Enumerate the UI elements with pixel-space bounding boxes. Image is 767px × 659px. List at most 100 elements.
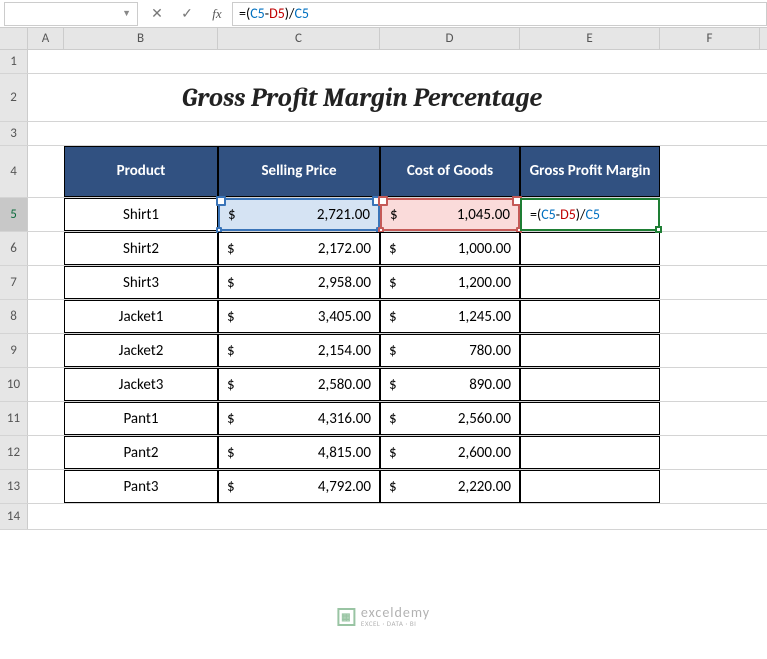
cell-F13[interactable]: [660, 470, 760, 503]
cell-A8[interactable]: [28, 300, 64, 333]
row-header-11[interactable]: 11: [0, 402, 28, 435]
cell-B13[interactable]: Pant3: [64, 470, 218, 503]
cell-D5[interactable]: $1,045.00: [380, 198, 520, 231]
title-cell[interactable]: Gross Profit Margin Percentage: [64, 74, 660, 121]
select-all-corner[interactable]: [0, 28, 28, 49]
row-header-1[interactable]: 1: [0, 50, 28, 73]
cell-B3[interactable]: [64, 122, 218, 145]
cell-C1[interactable]: [218, 50, 380, 73]
fill-handle[interactable]: [655, 226, 662, 233]
cell-F14[interactable]: [660, 504, 760, 529]
cell-E3[interactable]: [520, 122, 660, 145]
header-cost[interactable]: Cost of Goods: [380, 146, 520, 197]
cell-D1[interactable]: [380, 50, 520, 73]
cell-B8[interactable]: Jacket1: [64, 300, 218, 333]
row-header-10[interactable]: 10: [0, 368, 28, 401]
cell-E12[interactable]: [520, 436, 660, 469]
cell-C6[interactable]: $2,172.00: [218, 232, 380, 265]
cell-A13[interactable]: [28, 470, 64, 503]
header-selling[interactable]: Selling Price: [218, 146, 380, 197]
row-header-12[interactable]: 12: [0, 436, 28, 469]
cancel-button[interactable]: ✕: [142, 2, 172, 26]
row-header-6[interactable]: 6: [0, 232, 28, 265]
cell-E7[interactable]: [520, 266, 660, 299]
col-header-B[interactable]: B: [64, 28, 218, 49]
cell-B12[interactable]: Pant2: [64, 436, 218, 469]
row-header-14[interactable]: 14: [0, 504, 28, 529]
cell-C9[interactable]: $2,154.00: [218, 334, 380, 367]
cell-F1[interactable]: [660, 50, 760, 73]
row-header-9[interactable]: 9: [0, 334, 28, 367]
cell-C13[interactable]: $4,792.00: [218, 470, 380, 503]
cell-A11[interactable]: [28, 402, 64, 435]
cell-E9[interactable]: [520, 334, 660, 367]
cell-B9[interactable]: Jacket2: [64, 334, 218, 367]
cell-F3[interactable]: [660, 122, 760, 145]
cell-C7[interactable]: $2,958.00: [218, 266, 380, 299]
cell-D12[interactable]: $2,600.00: [380, 436, 520, 469]
cell-E14[interactable]: [520, 504, 660, 529]
cell-A3[interactable]: [28, 122, 64, 145]
cell-C5[interactable]: $2,721.00: [218, 198, 380, 231]
cell-A5[interactable]: [28, 198, 64, 231]
cell-C14[interactable]: [218, 504, 380, 529]
cell-F4[interactable]: [660, 146, 760, 197]
cell-A14[interactable]: [28, 504, 64, 529]
cell-F6[interactable]: [660, 232, 760, 265]
row-header-3[interactable]: 3: [0, 122, 28, 145]
row-header-4[interactable]: 4: [0, 146, 28, 197]
cell-E8[interactable]: [520, 300, 660, 333]
cell-E13[interactable]: [520, 470, 660, 503]
cell-F12[interactable]: [660, 436, 760, 469]
row-header-2[interactable]: 2: [0, 74, 28, 121]
col-header-E[interactable]: E: [520, 28, 660, 49]
cell-F5[interactable]: [660, 198, 760, 231]
enter-button[interactable]: ✓: [172, 2, 202, 26]
col-header-F[interactable]: F: [660, 28, 760, 49]
cell-B1[interactable]: [64, 50, 218, 73]
cell-D7[interactable]: $1,200.00: [380, 266, 520, 299]
cell-E6[interactable]: [520, 232, 660, 265]
cell-D8[interactable]: $1,245.00: [380, 300, 520, 333]
cell-E11[interactable]: [520, 402, 660, 435]
row-header-7[interactable]: 7: [0, 266, 28, 299]
cell-C8[interactable]: $3,405.00: [218, 300, 380, 333]
cell-E5-active[interactable]: =(C5-D5)/C5: [520, 198, 660, 231]
header-product[interactable]: Product: [64, 146, 218, 197]
cell-D11[interactable]: $2,560.00: [380, 402, 520, 435]
cell-D14[interactable]: [380, 504, 520, 529]
name-box[interactable]: ▼: [4, 2, 138, 26]
row-header-5[interactable]: 5: [0, 198, 28, 231]
insert-function-button[interactable]: fx: [202, 2, 232, 26]
cell-C3[interactable]: [218, 122, 380, 145]
cell-A10[interactable]: [28, 368, 64, 401]
cell-F9[interactable]: [660, 334, 760, 367]
cell-B6[interactable]: Shirt2: [64, 232, 218, 265]
cell-A1[interactable]: [28, 50, 64, 73]
cell-E10[interactable]: [520, 368, 660, 401]
header-margin[interactable]: Gross Profit Margin: [520, 146, 660, 197]
row-header-8[interactable]: 8: [0, 300, 28, 333]
cell-A6[interactable]: [28, 232, 64, 265]
cell-C11[interactable]: $4,316.00: [218, 402, 380, 435]
cell-D3[interactable]: [380, 122, 520, 145]
cell-D6[interactable]: $1,000.00: [380, 232, 520, 265]
col-header-D[interactable]: D: [380, 28, 520, 49]
cell-C12[interactable]: $4,815.00: [218, 436, 380, 469]
cell-B10[interactable]: Jacket3: [64, 368, 218, 401]
col-header-C[interactable]: C: [218, 28, 380, 49]
col-header-A[interactable]: A: [28, 28, 64, 49]
formula-bar-input[interactable]: =(C5-D5)/C5: [232, 2, 767, 26]
cell-A9[interactable]: [28, 334, 64, 367]
cell-A4[interactable]: [28, 146, 64, 197]
dropdown-icon[interactable]: ▼: [122, 8, 131, 19]
cell-F7[interactable]: [660, 266, 760, 299]
cell-B5[interactable]: Shirt1: [64, 198, 218, 231]
cell-F10[interactable]: [660, 368, 760, 401]
cell-A2[interactable]: [28, 74, 64, 121]
cell-D10[interactable]: $890.00: [380, 368, 520, 401]
cell-B11[interactable]: Pant1: [64, 402, 218, 435]
cell-D9[interactable]: $780.00: [380, 334, 520, 367]
cell-F8[interactable]: [660, 300, 760, 333]
cell-F11[interactable]: [660, 402, 760, 435]
